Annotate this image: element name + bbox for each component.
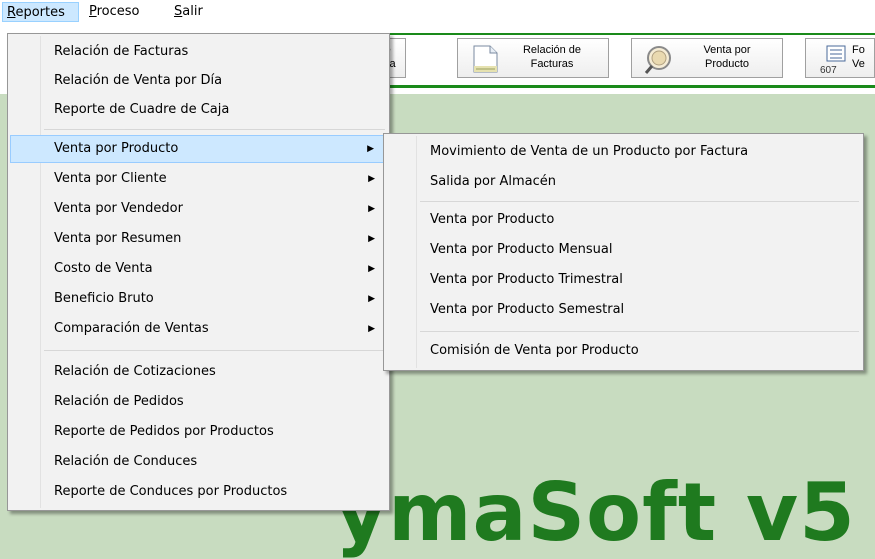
menu-item[interactable]: Relación de Cotizaciones (10, 358, 387, 386)
menu-item[interactable]: Venta por Vendedor ▶ (10, 195, 387, 223)
submenu-item[interactable]: Venta por Producto Trimestral (386, 266, 861, 294)
submenu-item[interactable]: Comisión de Venta por Producto (386, 337, 861, 365)
menu-separator (44, 350, 385, 351)
button-label-line2: Facturas (530, 58, 574, 70)
menu-label: alir (182, 4, 203, 19)
submenu-item[interactable]: Movimiento de Venta de un Producto por F… (386, 138, 861, 166)
submenu-arrow-icon: ▶ (368, 204, 375, 214)
button-label-line1: Fo (852, 44, 865, 56)
submenu-arrow-icon: ▶ (368, 324, 375, 334)
menu-label: eportes (15, 5, 65, 20)
menu-bar: Reportes Proceso Salir (0, 0, 875, 25)
form-button[interactable]: 607 Fo Ve (805, 38, 875, 78)
relacion-facturas-button[interactable]: Relación de Facturas (457, 38, 609, 78)
submenu-arrow-icon: ▶ (367, 144, 374, 154)
submenu-arrow-icon: ▶ (368, 174, 375, 184)
button-label-line1: Venta por (703, 44, 751, 56)
menu-item-label: Venta por Resumen (54, 231, 182, 246)
submenu-arrow-icon: ▶ (368, 234, 375, 244)
menu-item-label: Beneficio Bruto (54, 291, 154, 306)
menu-item-label: Venta por Vendedor (54, 201, 183, 216)
menu-item[interactable]: Venta por Resumen ▶ (10, 225, 387, 253)
menu-item[interactable]: Relación de Conduces (10, 448, 387, 476)
menu-proceso[interactable]: Proceso (85, 2, 144, 22)
menu-item[interactable]: Reporte de Cuadre de Caja (10, 96, 387, 124)
menu-item[interactable]: Relación de Pedidos (10, 388, 387, 416)
mnemonic: P (89, 4, 97, 19)
menu-item[interactable]: Costo de Venta ▶ (10, 255, 387, 283)
submenu-item[interactable]: Salida por Almacén (386, 168, 861, 196)
menu-item-label: Venta por Cliente (54, 171, 167, 186)
toolbar-strip: reaja Relación deFacturas V (380, 33, 875, 88)
submenu-arrow-icon: ▶ (368, 264, 375, 274)
submenu-item[interactable]: Venta por Producto (386, 206, 861, 234)
reportes-dropdown: Relación de Facturas Relación de Venta p… (7, 33, 390, 511)
button-label-line1: Relación de (522, 44, 582, 56)
button-label-line2: Ve (852, 58, 865, 70)
menu-item[interactable]: Beneficio Bruto ▶ (10, 285, 387, 313)
button-label-line2: Producto (704, 58, 750, 70)
menu-item[interactable]: Comparación de Ventas ▶ (10, 315, 387, 343)
magnifier-icon (644, 45, 676, 78)
menu-reportes[interactable]: Reportes (2, 2, 79, 22)
menu-item[interactable]: Reporte de Conduces por Productos (10, 478, 387, 506)
menu-item-label: Comparación de Ventas (54, 321, 209, 336)
form-icon-number: 607 (820, 65, 837, 76)
menu-item[interactable]: Reporte de Pedidos por Productos (10, 418, 387, 446)
menu-item-label: Venta por Producto (54, 141, 179, 156)
menu-item[interactable]: Relación de Venta por Día (10, 67, 387, 95)
document-icon (470, 45, 500, 76)
venta-producto-submenu: Movimiento de Venta de un Producto por F… (383, 133, 864, 371)
menu-separator (44, 129, 385, 130)
submenu-item[interactable]: Venta por Producto Semestral (386, 296, 861, 324)
menu-label: roceso (96, 4, 140, 19)
menu-item-label: Costo de Venta (54, 261, 153, 276)
submenu-arrow-icon: ▶ (368, 294, 375, 304)
menu-item[interactable]: Venta por Cliente ▶ (10, 165, 387, 193)
menu-item[interactable]: Relación de Facturas (10, 38, 387, 66)
menu-salir[interactable]: Salir (170, 2, 207, 22)
menu-item-venta-producto[interactable]: Venta por Producto ▶ (10, 135, 387, 163)
brand-watermark: ymaSoft v5 (335, 466, 856, 559)
menu-separator (420, 331, 859, 332)
menu-separator (420, 201, 859, 202)
submenu-item[interactable]: Venta por Producto Mensual (386, 236, 861, 264)
venta-producto-button[interactable]: Venta por Producto (631, 38, 783, 78)
